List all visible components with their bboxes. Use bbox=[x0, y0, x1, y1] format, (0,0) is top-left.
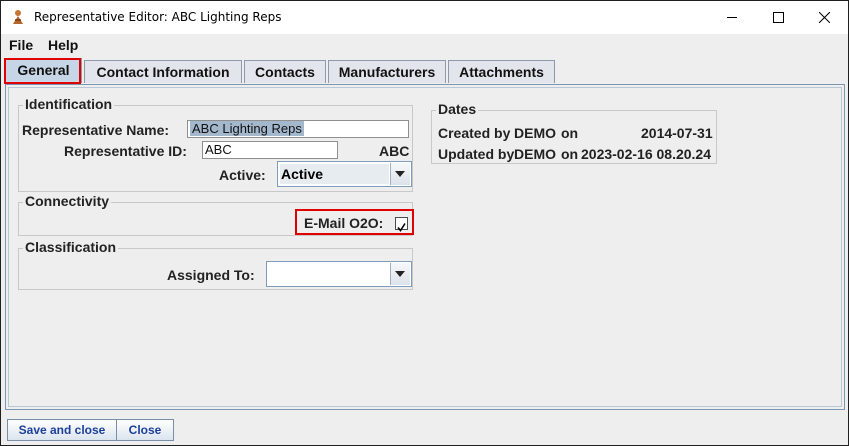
minimize-icon bbox=[727, 17, 737, 18]
menu-bar: File Help bbox=[1, 34, 848, 56]
menu-help[interactable]: Help bbox=[48, 37, 78, 53]
save-and-close-button[interactable]: Save and close bbox=[7, 419, 117, 441]
general-panel: Identification Representative Name: ABC … bbox=[5, 84, 845, 410]
email-o2o-label: E-Mail O2O: bbox=[304, 215, 384, 231]
connectivity-title: Connectivity bbox=[23, 193, 112, 209]
menu-file[interactable]: File bbox=[9, 37, 33, 53]
assigned-to-label: Assigned To: bbox=[167, 267, 255, 283]
maximize-icon bbox=[773, 12, 784, 23]
tab-attachments[interactable]: Attachments bbox=[448, 60, 555, 83]
tab-manufacturers[interactable]: Manufacturers bbox=[328, 60, 446, 83]
identification-title: Identification bbox=[23, 96, 115, 112]
active-dropdown-value: Active bbox=[280, 164, 389, 184]
updated-on-label: on bbox=[561, 146, 579, 162]
minimize-button[interactable] bbox=[709, 1, 755, 34]
figure-icon bbox=[10, 9, 26, 25]
general-tab-highlight bbox=[4, 58, 81, 84]
representative-id-label: Representative ID: bbox=[64, 143, 187, 159]
representative-id-field[interactable]: ABC bbox=[202, 141, 338, 159]
chevron-down-icon bbox=[395, 271, 405, 277]
email-o2o-checkbox[interactable] bbox=[395, 217, 408, 232]
editor-window: Representative Editor: ABC Lighting Reps… bbox=[0, 0, 849, 446]
dates-title: Dates bbox=[436, 101, 479, 117]
representative-name-field[interactable]: ABC Lighting Reps bbox=[187, 120, 409, 138]
close-button[interactable]: Close bbox=[116, 419, 174, 441]
created-by-user: DEMO bbox=[514, 125, 556, 141]
chevron-down-icon bbox=[395, 171, 405, 177]
representative-name-value: ABC Lighting Reps bbox=[190, 121, 304, 136]
active-label: Active: bbox=[219, 167, 266, 183]
assigned-to-dropdown[interactable] bbox=[266, 261, 412, 287]
close-window-button[interactable] bbox=[801, 1, 847, 34]
maximize-button[interactable] bbox=[755, 1, 801, 34]
created-by-label: Created by bbox=[438, 125, 511, 141]
representative-id-display: ABC bbox=[379, 143, 410, 159]
window-title: Representative Editor: ABC Lighting Reps bbox=[34, 10, 282, 24]
classification-group: Classification Assigned To: bbox=[18, 239, 413, 290]
representative-name-label: Representative Name: bbox=[22, 122, 170, 138]
tab-contact-information[interactable]: Contact Information bbox=[84, 60, 242, 83]
close-icon bbox=[819, 12, 830, 23]
updated-by-label: Updated by bbox=[438, 146, 515, 162]
title-bar: Representative Editor: ABC Lighting Reps bbox=[1, 1, 848, 34]
active-dropdown[interactable]: Active bbox=[277, 161, 412, 187]
tab-contacts[interactable]: Contacts bbox=[244, 60, 326, 83]
dates-group: Dates Created by DEMO on 2014-07-31 Upda… bbox=[431, 101, 717, 164]
checkmark-icon bbox=[397, 223, 406, 232]
created-on-label: on bbox=[561, 125, 579, 141]
created-date: 2014-07-31 bbox=[641, 125, 713, 141]
assigned-to-dropdown-arrow[interactable] bbox=[390, 263, 410, 285]
assigned-to-value bbox=[269, 264, 389, 284]
classification-title: Classification bbox=[23, 239, 119, 255]
active-dropdown-arrow[interactable] bbox=[390, 163, 410, 185]
identification-group: Identification Representative Name: ABC … bbox=[18, 96, 413, 192]
representative-id-value: ABC bbox=[205, 142, 232, 157]
updated-date: 2023-02-16 08.20.24 bbox=[581, 146, 711, 162]
updated-by-user: DEMO bbox=[514, 146, 556, 162]
